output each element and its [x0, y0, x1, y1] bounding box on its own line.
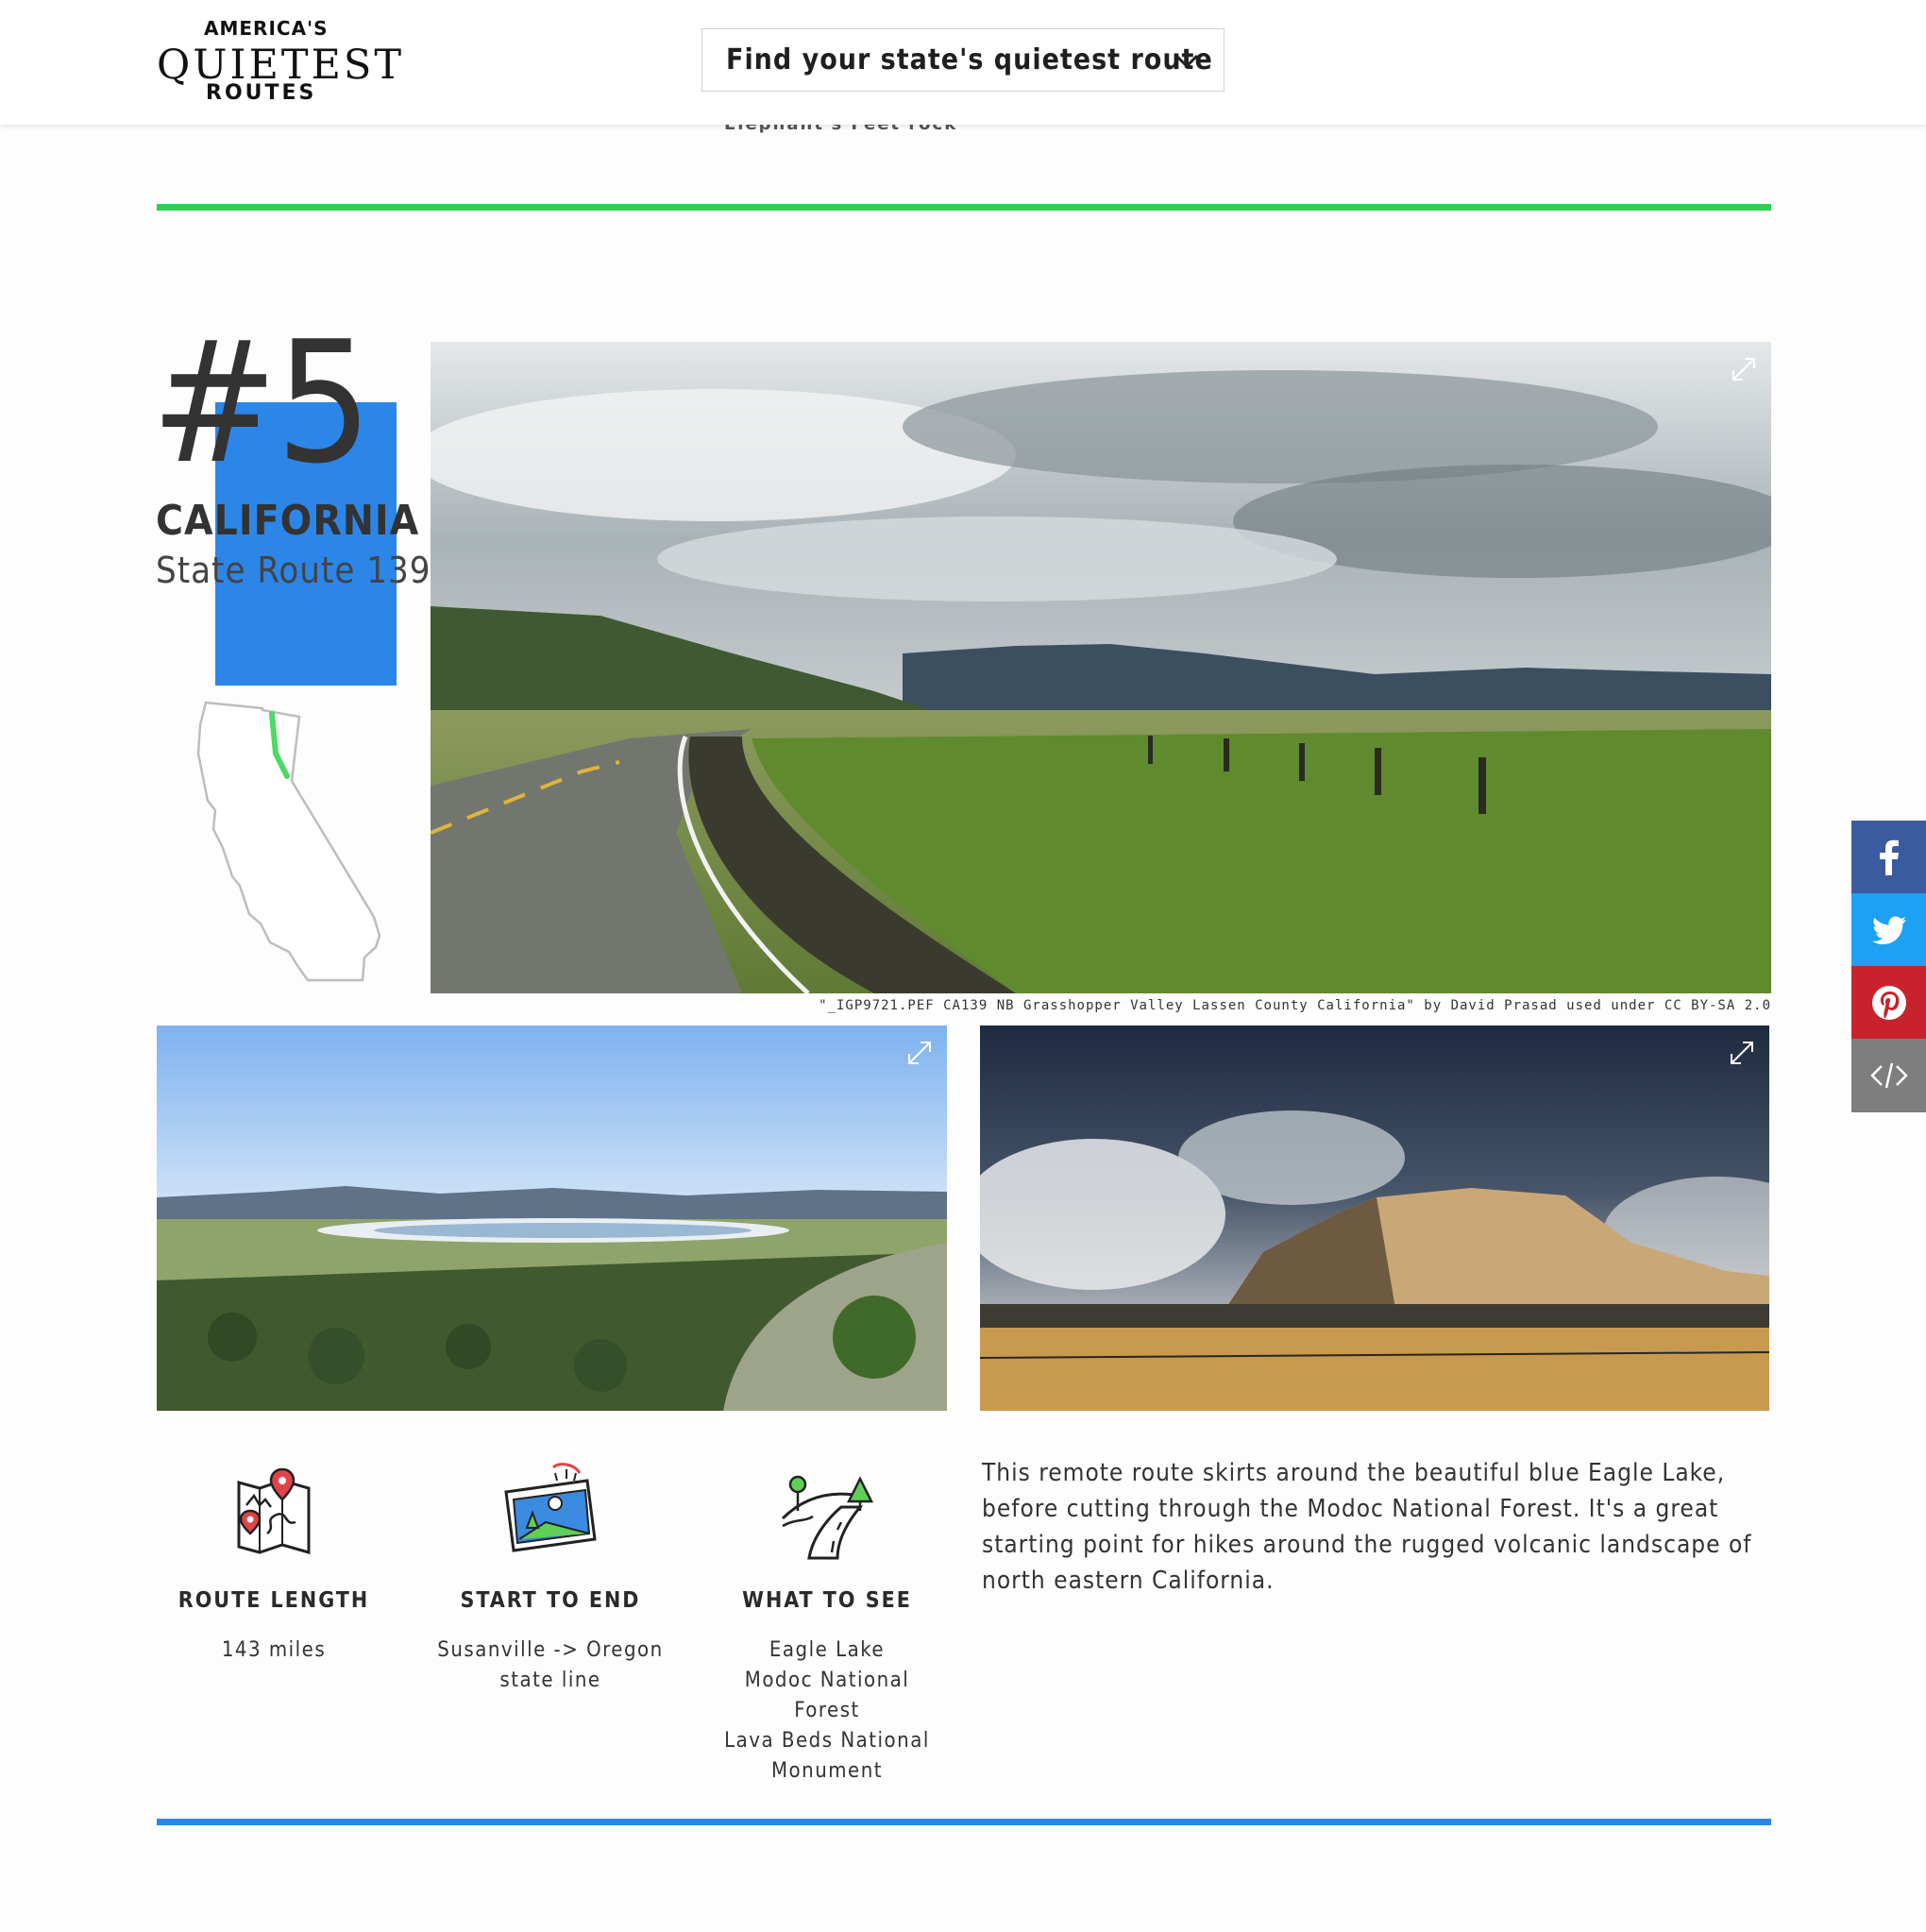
stat-value-line: Eagle Lake: [769, 1638, 886, 1662]
stat-what-to-see: WHAT TO SEE Eagle Lake Modoc National For…: [709, 1460, 945, 1787]
stat-heading: START TO END: [460, 1588, 641, 1613]
stat-route-length: ROUTE LENGTH 143 miles: [156, 1460, 392, 1666]
landscape-postcard-icon: [504, 1463, 597, 1552]
twitter-icon: [1871, 916, 1906, 944]
share-twitter-button[interactable]: [1851, 893, 1926, 967]
pinterest-icon: [1871, 986, 1906, 1020]
expand-icon[interactable]: [1730, 355, 1758, 383]
share-embed-button[interactable]: [1851, 1039, 1926, 1112]
stat-heading: WHAT TO SEE: [742, 1588, 912, 1613]
stat-value: 143 miles: [221, 1638, 327, 1662]
site-logo[interactable]: AMERICA'S QUIETEST ROUTES: [157, 15, 401, 110]
chevron-down-icon: [1174, 54, 1199, 69]
section-divider-bottom: [157, 1819, 1771, 1825]
main-route-photo[interactable]: [431, 342, 1771, 993]
facebook-icon: [1879, 839, 1899, 875]
dropdown-label: Find your state's quietest route: [726, 43, 1213, 76]
logo-line-1: AMERICA'S: [204, 17, 329, 40]
stat-value: Eagle Lake Modoc National Forest Lava Beds…: [709, 1635, 945, 1787]
route-description: This remote route skirts around the beau…: [982, 1459, 1752, 1595]
stat-heading: ROUTE LENGTH: [177, 1588, 370, 1613]
state-route-dropdown[interactable]: Find your state's quietest route: [701, 28, 1225, 92]
eagle-lake-photo[interactable]: [157, 1025, 947, 1411]
section-divider-top: [157, 204, 1771, 211]
photo-credit: "_IGP9721.PEF CA139 NB Grasshopper Valle…: [819, 998, 1771, 1013]
lava-beds-photo[interactable]: [980, 1025, 1769, 1411]
route-name: State Route 139: [156, 550, 431, 591]
stat-value-line: Modoc National Forest: [744, 1669, 910, 1722]
site-header: AMERICA'S QUIETEST ROUTES Find your stat…: [0, 0, 1926, 125]
logo-line-3: ROUTES: [206, 81, 317, 105]
rank-number: #5: [151, 305, 372, 500]
stat-value: Susanville -> Oregon state line: [437, 1638, 664, 1692]
share-facebook-button[interactable]: [1851, 821, 1926, 894]
lake-landscape-image: [157, 1025, 947, 1411]
expand-icon[interactable]: [1728, 1039, 1756, 1067]
stat-value-line: Lava Beds National Monument: [724, 1729, 930, 1783]
map-pins-icon: [237, 1467, 311, 1554]
road-landscape-image: [431, 342, 1771, 993]
winding-road-icon: [781, 1475, 874, 1560]
embed-code-icon: [1869, 1062, 1908, 1089]
california-map-icon: [196, 701, 381, 982]
expand-icon[interactable]: [905, 1039, 934, 1067]
stat-start-to-end: START TO END Susanville -> Oregon state …: [432, 1460, 668, 1696]
state-name: CALIFORNIA: [156, 497, 420, 545]
share-pinterest-button[interactable]: [1851, 966, 1926, 1040]
mesa-landscape-image: [980, 1025, 1769, 1411]
